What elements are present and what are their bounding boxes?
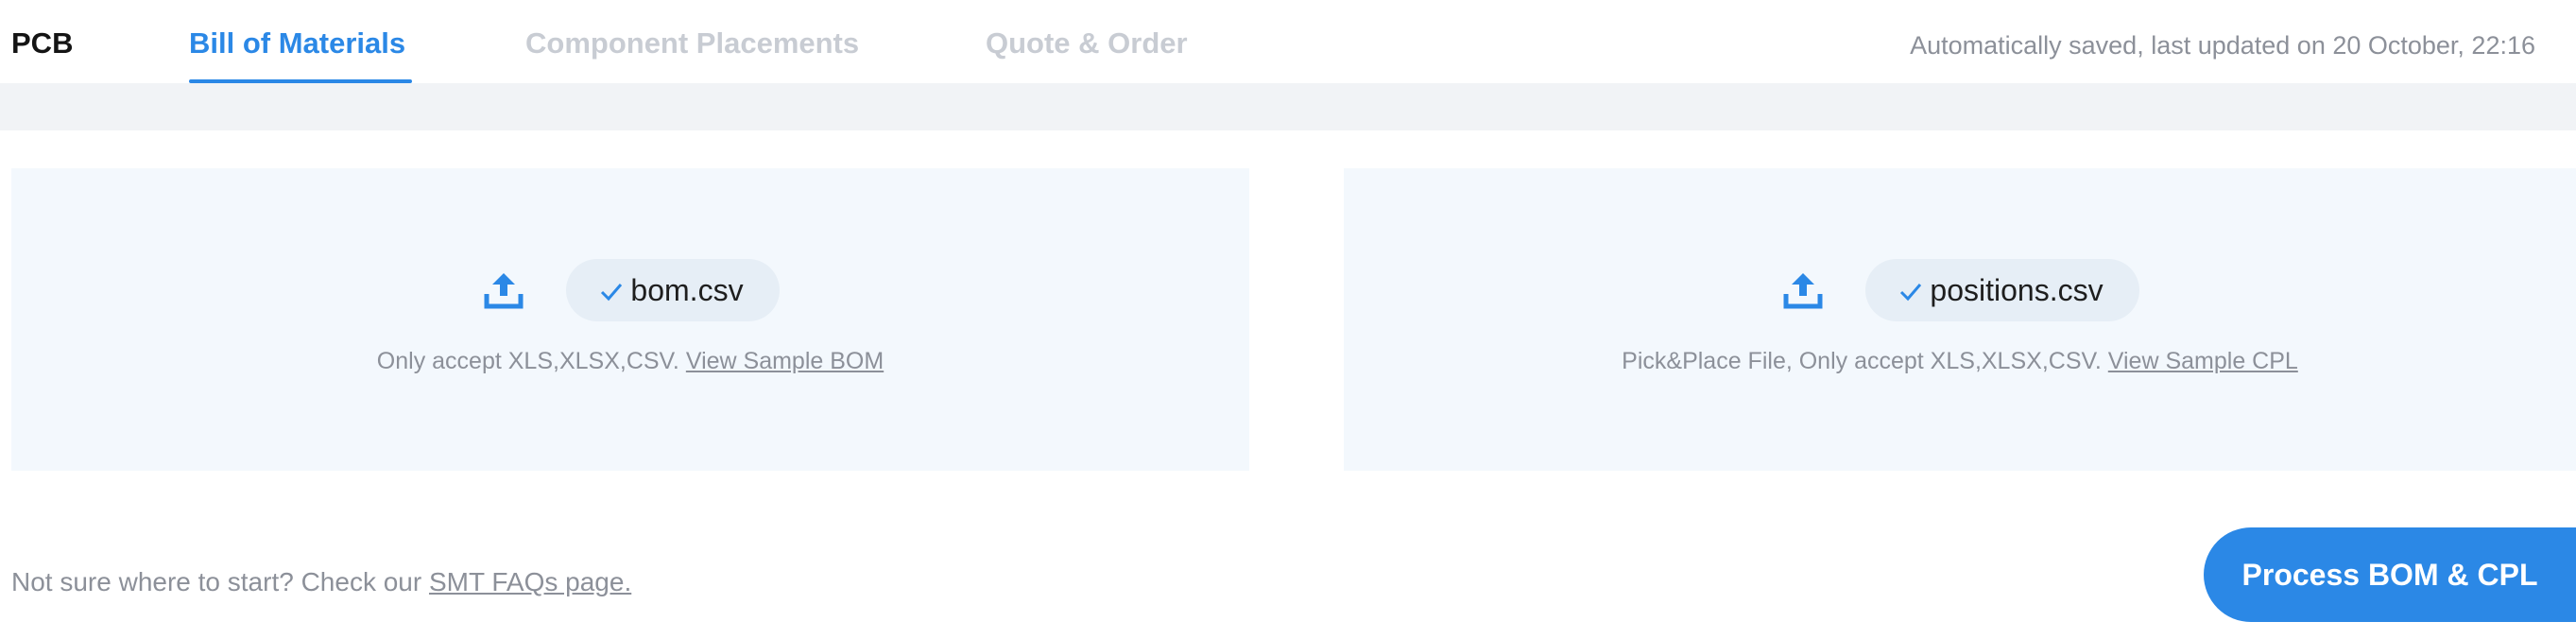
header-divider-band: [0, 83, 2576, 130]
upload-icon[interactable]: [1780, 268, 1826, 313]
bom-upload-panel: bom.csv Only accept XLS,XLSX,CSV. View S…: [11, 168, 1249, 471]
footer-help-text: Not sure where to start? Check our: [11, 567, 422, 596]
page: PCB Bill of Materials Component Placemen…: [0, 0, 2576, 639]
process-bom-cpl-button[interactable]: Process BOM & CPL: [2204, 527, 2576, 622]
cpl-upload-hint: Pick&Place File, Only accept XLS,XLSX,CS…: [1344, 348, 2576, 375]
check-icon: [601, 284, 623, 302]
view-sample-bom-link[interactable]: View Sample BOM: [686, 348, 884, 374]
cpl-file-name: positions.csv: [1930, 272, 2104, 307]
cpl-hint-text: Pick&Place File, Only accept XLS,XLSX,CS…: [1622, 348, 2102, 374]
bom-file-name: bom.csv: [630, 272, 744, 307]
cpl-file-chip[interactable]: positions.csv: [1865, 259, 2139, 321]
autosave-status: Automatically saved, last updated on 20 …: [1910, 31, 2535, 60]
bom-upload-hint: Only accept XLS,XLSX,CSV. View Sample BO…: [11, 348, 1249, 375]
view-sample-cpl-link[interactable]: View Sample CPL: [2108, 348, 2298, 374]
tab-quote-and-order[interactable]: Quote & Order: [986, 26, 1188, 60]
bom-file-chip[interactable]: bom.csv: [566, 259, 780, 321]
smt-faqs-link[interactable]: SMT FAQs page.: [429, 567, 631, 596]
cpl-upload-panel: positions.csv Pick&Place File, Only acce…: [1344, 168, 2576, 471]
bom-upload-row: bom.csv: [11, 259, 1249, 321]
footer-help: Not sure where to start? Check our SMT F…: [11, 567, 631, 597]
tab-bill-of-materials[interactable]: Bill of Materials: [189, 26, 405, 60]
tab-bar: PCB Bill of Materials Component Placemen…: [0, 0, 2576, 83]
bom-hint-text: Only accept XLS,XLSX,CSV.: [376, 348, 679, 374]
tab-pcb[interactable]: PCB: [11, 26, 73, 60]
upload-icon[interactable]: [481, 268, 526, 313]
cpl-upload-row: positions.csv: [1344, 259, 2576, 321]
tab-component-placements[interactable]: Component Placements: [525, 26, 859, 60]
check-icon: [1900, 284, 1922, 302]
